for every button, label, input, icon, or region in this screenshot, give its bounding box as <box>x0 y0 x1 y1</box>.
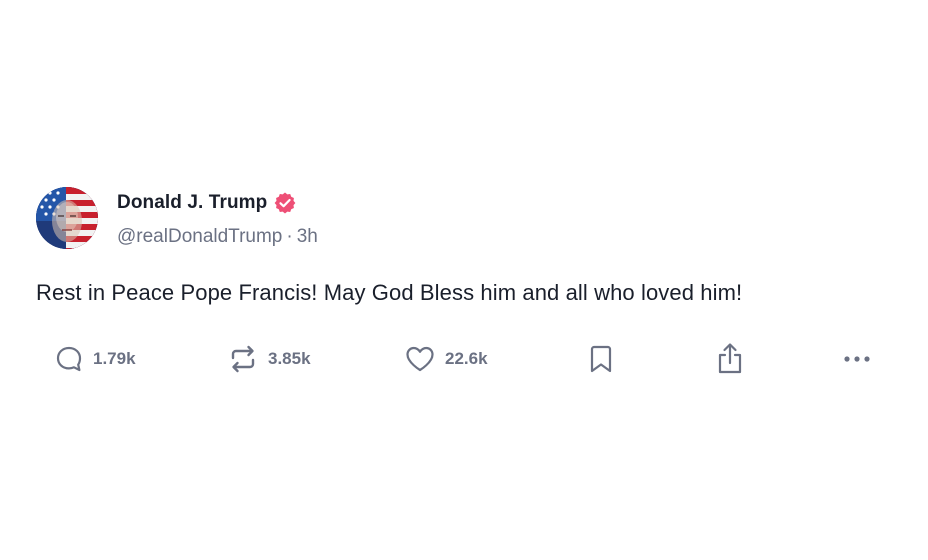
more-options-button[interactable] <box>842 342 872 376</box>
display-name-row: Donald J. Trump <box>117 192 318 214</box>
share-icon <box>718 343 742 374</box>
author-info: Donald J. Trump @realDonaldTrump · 3h <box>117 192 318 248</box>
action-bar: 1.79k 3.85k 22.6k <box>54 342 874 376</box>
separator: · <box>286 226 293 247</box>
handle[interactable]: @realDonaldTrump <box>117 226 282 247</box>
post-header: Donald J. Trump @realDonaldTrump · 3h <box>36 187 886 249</box>
bookmark-icon <box>590 345 612 373</box>
like-count: 22.6k <box>445 349 488 368</box>
like-button[interactable]: 22.6k <box>404 342 488 376</box>
heart-icon <box>406 346 434 372</box>
handle-row: @realDonaldTrump · 3h <box>117 226 318 248</box>
timestamp[interactable]: 3h <box>297 226 318 247</box>
reply-icon <box>56 346 82 372</box>
display-name[interactable]: Donald J. Trump <box>117 192 267 214</box>
repost-count: 3.85k <box>268 349 311 368</box>
flag-portrait-avatar-image <box>36 187 98 249</box>
reply-button[interactable]: 1.79k <box>54 342 136 376</box>
post: Donald J. Trump @realDonaldTrump · 3h Rest… <box>36 187 886 374</box>
repost-button[interactable]: 3.85k <box>227 342 311 376</box>
repost-icon <box>231 345 255 373</box>
share-button[interactable] <box>715 342 745 376</box>
reply-count: 1.79k <box>93 349 136 368</box>
verified-badge-icon <box>273 191 297 215</box>
more-icon <box>844 356 870 362</box>
bookmark-button[interactable] <box>587 342 615 376</box>
post-text: Rest in Peace Pope Francis! May God Bles… <box>36 280 743 305</box>
avatar[interactable] <box>36 187 98 249</box>
